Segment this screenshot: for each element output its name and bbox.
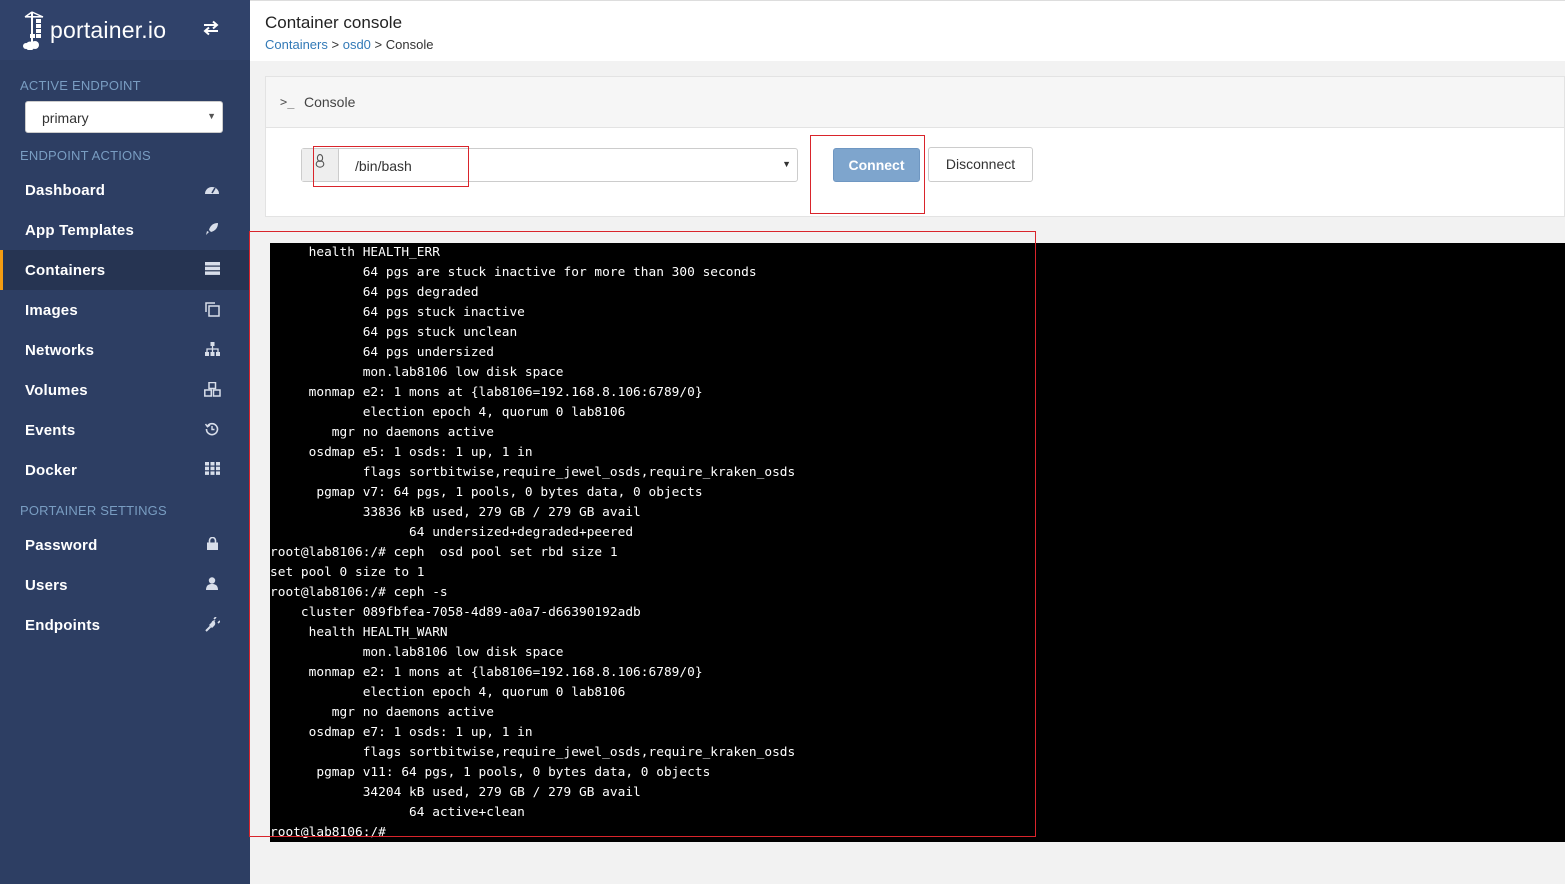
terminal-output[interactable]: health HEALTH_ERR 64 pgs are stuck inact… — [270, 243, 1565, 842]
sidebar-item-label: Dashboard — [25, 181, 106, 199]
server-icon — [204, 262, 220, 278]
terminal-line: flags sortbitwise,require_jewel_osds,req… — [270, 745, 796, 760]
sidebar-item-label: Events — [25, 421, 76, 439]
terminal-line: pgmap v11: 64 pgs, 1 pools, 0 bytes data… — [270, 765, 711, 780]
terminal-line: 64 active+clean — [270, 805, 525, 820]
terminal-line: mon.lab8106 low disk space — [270, 365, 564, 380]
console-panel: >_ Console /bin/bash ▼ Connect Disconnec… — [265, 76, 1565, 217]
terminal-icon: >_ — [280, 95, 295, 109]
connect-button[interactable]: Connect — [833, 148, 920, 182]
terminal-line: 64 pgs stuck inactive — [270, 305, 525, 320]
terminal-line: root@lab8106:/# ceph -s — [270, 585, 448, 600]
terminal-line: osdmap e7: 1 osds: 1 up, 1 in — [270, 725, 533, 740]
terminal-line: 64 pgs stuck unclean — [270, 325, 518, 340]
breadcrumb-separator: > — [331, 37, 340, 52]
terminal-line: set pool 0 size to 1 — [270, 565, 425, 580]
breadcrumb: Containers > osd0 > Console — [265, 37, 433, 52]
sidebar-item-label: Password — [25, 536, 98, 554]
terminal-line: mgr no daemons active — [270, 705, 495, 720]
terminal-line: root@lab8106:/# — [270, 825, 394, 840]
breadcrumb-containers-link[interactable]: Containers — [265, 37, 328, 52]
sidebar-item-label: Endpoints — [25, 616, 101, 634]
sidebar-item-containers[interactable]: Containers — [0, 250, 250, 290]
chevron-down-icon: ▼ — [207, 111, 216, 121]
sidebar-item-label: App Templates — [25, 221, 135, 239]
chevron-down-icon: ▼ — [782, 159, 791, 169]
page-header: Container console Containers > osd0 > Co… — [250, 0, 1565, 61]
terminal-line: osdmap e5: 1 osds: 1 up, 1 in — [270, 445, 533, 460]
command-select-value: /bin/bash — [355, 158, 412, 174]
sidebar-header: portainer.io — [0, 0, 250, 60]
console-panel-title: Console — [304, 94, 356, 110]
portainer-logo[interactable]: portainer.io — [22, 10, 167, 51]
terminal-line: monmap e2: 1 mons at {lab8106=192.168.8.… — [270, 665, 703, 680]
terminal-line: 34204 kB used, 279 GB / 279 GB avail — [270, 785, 641, 800]
sidebar-item-label: Users — [25, 576, 68, 594]
portainer-logo-icon — [22, 10, 48, 51]
sidebar-item-users[interactable]: Users — [0, 565, 250, 605]
linux-icon — [302, 149, 339, 181]
sidebar-item-docker[interactable]: Docker — [0, 450, 250, 490]
console-panel-header: >_ Console — [266, 77, 1564, 128]
lock-icon — [204, 536, 220, 553]
sidebar-item-label: Networks — [25, 341, 95, 359]
main-content: Container console Containers > osd0 > Co… — [250, 0, 1565, 884]
sidebar-item-label: Volumes — [25, 381, 88, 399]
terminal-line: health HEALTH_ERR — [270, 245, 440, 260]
disconnect-button[interactable]: Disconnect — [928, 147, 1033, 182]
sidebar-item-app-templates[interactable]: App Templates — [0, 210, 250, 250]
endpoint-select[interactable]: primary ▼ — [25, 101, 223, 133]
rocket-icon — [204, 222, 220, 238]
dashboard-icon — [204, 182, 220, 198]
page-title: Container console — [265, 13, 403, 32]
th-icon — [204, 462, 220, 478]
cubes-icon — [204, 381, 221, 398]
terminal-line: root@lab8106:/# ceph osd pool set rbd si… — [270, 545, 618, 560]
terminal-line: 64 pgs undersized — [270, 345, 495, 360]
user-icon — [204, 577, 220, 593]
terminal-line: mon.lab8106 low disk space — [270, 645, 564, 660]
terminal-line: election epoch 4, quorum 0 lab8106 — [270, 685, 626, 700]
breadcrumb-current: Console — [385, 37, 434, 52]
breadcrumb-separator: > — [374, 37, 383, 52]
sitemap-icon — [204, 342, 220, 358]
endpoint-actions-title: ENDPOINT ACTIONS — [20, 148, 151, 163]
terminal-line: pgmap v7: 64 pgs, 1 pools, 0 bytes data,… — [270, 485, 703, 500]
history-icon — [204, 422, 220, 438]
terminal-line: 64 undersized+degraded+peered — [270, 525, 634, 540]
command-select[interactable]: /bin/bash ▼ — [301, 148, 798, 182]
terminal-line: 64 pgs are stuck inactive for more than … — [270, 265, 757, 280]
clone-icon — [204, 302, 220, 318]
sidebar-item-endpoints[interactable]: Endpoints — [0, 605, 250, 645]
sidebar-item-label: Containers — [25, 261, 106, 279]
sidebar-item-events[interactable]: Events — [0, 410, 250, 450]
sidebar-item-password[interactable]: Password — [0, 525, 250, 565]
breadcrumb-osd0-link[interactable]: osd0 — [343, 37, 371, 52]
terminal-line: 33836 kB used, 279 GB / 279 GB avail — [270, 505, 641, 520]
portainer-settings-title: PORTAINER SETTINGS — [20, 503, 167, 518]
brand-name: portainer.io — [50, 16, 167, 43]
terminal-line: 64 pgs degraded — [270, 285, 479, 300]
terminal-line: health HEALTH_WARN — [270, 625, 448, 640]
sidebar-item-networks[interactable]: Networks — [0, 330, 250, 370]
sidebar-item-label: Docker — [25, 461, 78, 479]
sidebar-toggle-icon[interactable] — [202, 19, 220, 42]
sidebar-item-label: Images — [25, 301, 78, 319]
terminal-line: monmap e2: 1 mons at {lab8106=192.168.8.… — [270, 385, 703, 400]
terminal-line: election epoch 4, quorum 0 lab8106 — [270, 405, 626, 420]
sidebar: portainer.io ACTIVE ENDPOINT primary ▼ E… — [0, 0, 250, 884]
sidebar-item-images[interactable]: Images — [0, 290, 250, 330]
sidebar-item-dashboard[interactable]: Dashboard — [0, 170, 250, 210]
sidebar-item-volumes[interactable]: Volumes — [0, 370, 250, 410]
plug-icon — [204, 616, 221, 633]
endpoint-select-value: primary — [42, 110, 89, 126]
terminal-line: cluster 089fbfea-7058-4d89-a0a7-d6639019… — [270, 605, 641, 620]
terminal-line: mgr no daemons active — [270, 425, 495, 440]
terminal-line: flags sortbitwise,require_jewel_osds,req… — [270, 465, 796, 480]
